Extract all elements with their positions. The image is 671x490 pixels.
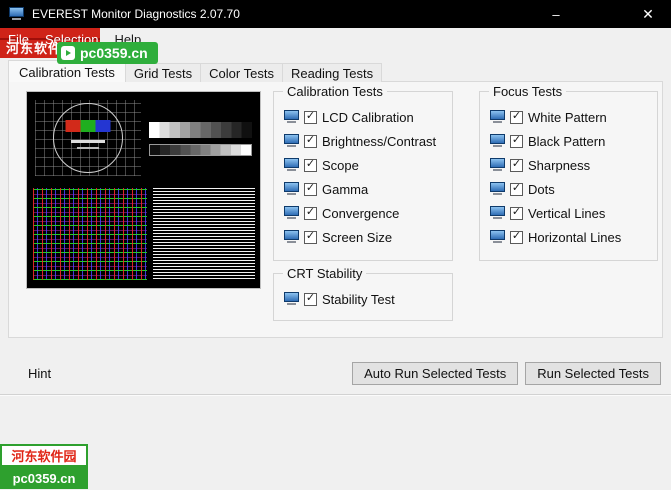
pattern-text-mark xyxy=(71,140,105,143)
test-row: Convergence xyxy=(284,201,452,225)
horizontal-lines-pattern xyxy=(153,188,255,280)
test-row: Black Pattern xyxy=(490,129,657,153)
auto-run-selected-tests-button[interactable]: Auto Run Selected Tests xyxy=(352,362,519,385)
monitor-icon xyxy=(490,206,505,220)
monitor-icon xyxy=(284,182,299,196)
test-row: Brightness/Contrast xyxy=(284,129,452,153)
checkbox-label[interactable]: Screen Size xyxy=(322,230,392,245)
monitor-icon xyxy=(284,206,299,220)
checkbox-label[interactable]: LCD Calibration xyxy=(322,110,414,125)
checkbox-label[interactable]: Horizontal Lines xyxy=(528,230,621,245)
checkbox-label[interactable]: Vertical Lines xyxy=(528,206,605,221)
monitor-icon xyxy=(284,110,299,124)
test-row: Gamma xyxy=(284,177,452,201)
monitor-icon xyxy=(284,230,299,244)
rgb-bars xyxy=(65,120,111,132)
pattern-text-mark xyxy=(77,147,99,149)
monitor-icon xyxy=(490,182,505,196)
test-row: Sharpness xyxy=(490,153,657,177)
checkbox-label[interactable]: Black Pattern xyxy=(528,134,605,149)
test-row: Horizontal Lines xyxy=(490,225,657,249)
close-button[interactable]: ✕ xyxy=(625,0,671,28)
group-rows: White Pattern Black Pattern Sharpness Do… xyxy=(480,92,657,249)
monitor-test-pattern-preview xyxy=(26,91,261,289)
test-row: Stability Test xyxy=(284,287,452,311)
checkbox-convergence[interactable] xyxy=(304,206,317,220)
minimize-button[interactable]: – xyxy=(533,0,579,28)
menu-file[interactable]: File xyxy=(0,32,37,47)
app-icon[interactable] xyxy=(9,7,24,20)
monitor-icon xyxy=(284,134,299,148)
checkbox-lcd-calibration[interactable] xyxy=(304,110,317,124)
test-row: Vertical Lines xyxy=(490,201,657,225)
checkbox-label[interactable]: Convergence xyxy=(322,206,399,221)
hint-label: Hint xyxy=(28,366,52,381)
checkbox-black-pattern[interactable] xyxy=(510,134,523,148)
monitor-icon xyxy=(284,158,299,172)
monitor-icon xyxy=(284,292,299,306)
monitor-icon xyxy=(490,158,505,172)
tab-page-calibration: Calibration Tests LCD Calibration Bright… xyxy=(8,81,663,338)
test-row: Scope xyxy=(284,153,452,177)
action-button-row: Auto Run Selected Tests Run Selected Tes… xyxy=(352,362,661,385)
tab-reading-tests[interactable]: Reading Tests xyxy=(281,63,383,82)
test-row: LCD Calibration xyxy=(284,105,452,129)
checkbox-brightness-contrast[interactable] xyxy=(304,134,317,148)
group-rows: LCD Calibration Brightness/Contrast Scop… xyxy=(274,92,452,249)
checkbox-horizontal-lines[interactable] xyxy=(510,230,523,244)
monitor-icon xyxy=(490,134,505,148)
monitor-icon xyxy=(490,230,505,244)
group-focus-tests: Focus Tests White Pattern Black Pattern … xyxy=(479,84,658,261)
calibration-card-pattern xyxy=(35,100,141,176)
hint-separator xyxy=(0,394,671,396)
checkbox-stability-test[interactable] xyxy=(304,292,317,306)
group-title: Focus Tests xyxy=(489,84,567,99)
checkbox-sharpness[interactable] xyxy=(510,158,523,172)
watermark-badge-text: pc0359.cn xyxy=(80,45,148,61)
title-bar: EVEREST Monitor Diagnostics 2.07.70 – ✕ xyxy=(0,0,671,28)
convergence-grid-pattern xyxy=(33,188,147,280)
circle-pattern xyxy=(53,103,123,173)
test-row: Dots xyxy=(490,177,657,201)
checkbox-label[interactable]: Stability Test xyxy=(322,292,395,307)
checkbox-dots[interactable] xyxy=(510,182,523,196)
tab-color-tests[interactable]: Color Tests xyxy=(200,63,283,82)
group-crt-stability: CRT Stability Stability Test xyxy=(273,266,453,321)
checkbox-vertical-lines[interactable] xyxy=(510,206,523,220)
watermark-logo-text: 河东软件园 xyxy=(11,449,77,464)
watermark-logo-bottom: 河东软件园 xyxy=(0,444,88,467)
checkbox-label[interactable]: Scope xyxy=(322,158,359,173)
test-row: Screen Size xyxy=(284,225,452,249)
checkbox-label[interactable]: Sharpness xyxy=(528,158,590,173)
group-calibration-tests: Calibration Tests LCD Calibration Bright… xyxy=(273,84,453,261)
grayscale-steps-pattern xyxy=(149,122,252,138)
watermark-badge-bottom: pc0359.cn xyxy=(0,467,88,489)
monitor-icon xyxy=(490,110,505,124)
grayscale-steps-pattern xyxy=(149,144,252,156)
checkbox-white-pattern[interactable] xyxy=(510,110,523,124)
window-title: EVEREST Monitor Diagnostics 2.07.70 xyxy=(32,7,240,21)
run-selected-tests-button[interactable]: Run Selected Tests xyxy=(525,362,661,385)
play-icon xyxy=(61,46,75,60)
watermark-badge-top: pc0359.cn xyxy=(57,42,158,64)
checkbox-label[interactable]: Gamma xyxy=(322,182,368,197)
checkbox-screen-size[interactable] xyxy=(304,230,317,244)
checkbox-label[interactable]: White Pattern xyxy=(528,110,607,125)
group-title: Calibration Tests xyxy=(283,84,387,99)
checkbox-label[interactable]: Dots xyxy=(528,182,555,197)
test-row: White Pattern xyxy=(490,105,657,129)
watermark-badge-text: pc0359.cn xyxy=(12,470,76,486)
checkbox-scope[interactable] xyxy=(304,158,317,172)
checkbox-label[interactable]: Brightness/Contrast xyxy=(322,134,436,149)
checkbox-gamma[interactable] xyxy=(304,182,317,196)
app-window: EVEREST Monitor Diagnostics 2.07.70 – ✕ … xyxy=(0,0,671,490)
group-title: CRT Stability xyxy=(283,266,367,281)
tab-grid-tests[interactable]: Grid Tests xyxy=(124,63,202,82)
